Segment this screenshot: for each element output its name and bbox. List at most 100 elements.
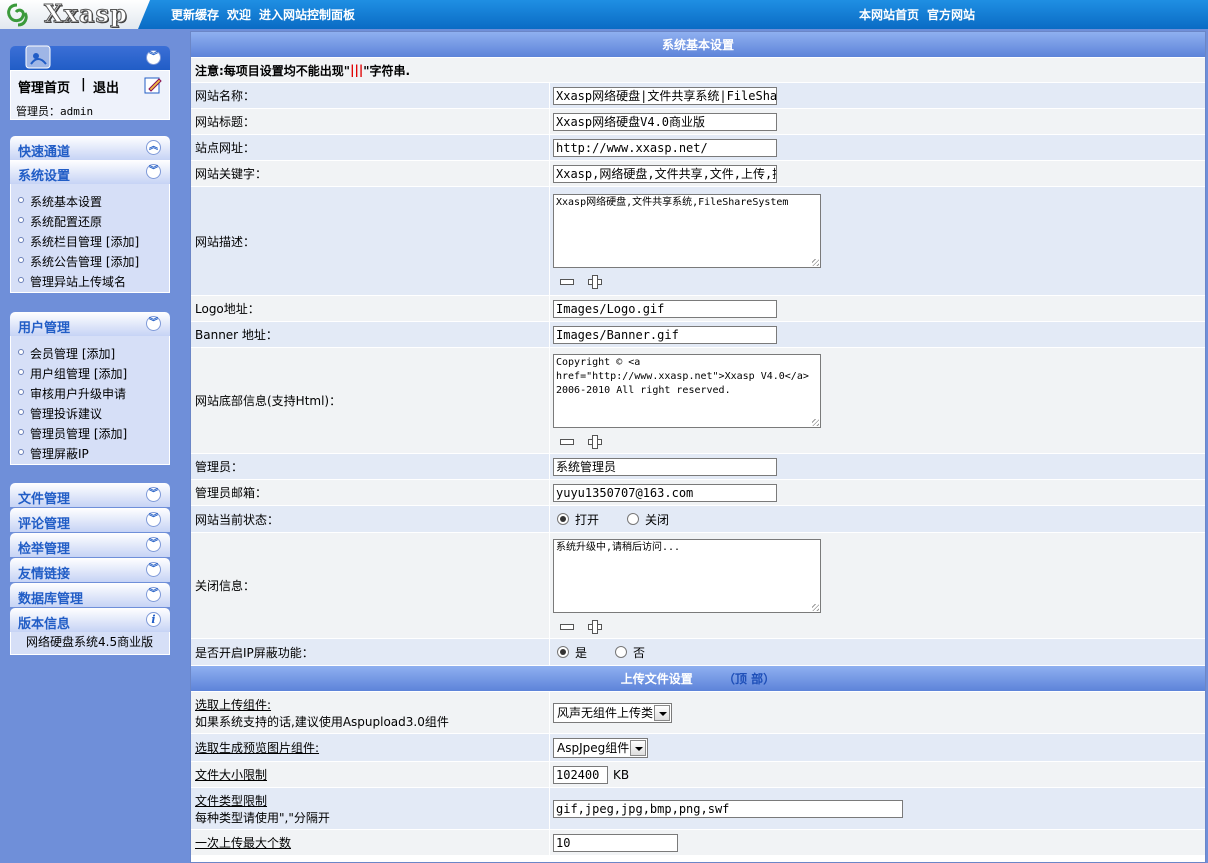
size-limit-label-cell: 文件大小限制 bbox=[191, 762, 550, 787]
status-open-radio[interactable] bbox=[557, 513, 569, 525]
site-name-input[interactable]: Xxasp网络硬盘|文件共享系统|FileShare S bbox=[553, 86, 777, 105]
admin-email-input[interactable]: yuyu1350707@163.com bbox=[553, 483, 777, 502]
expand-down-icon[interactable]: ︾ bbox=[146, 487, 161, 502]
user-mgmt-header[interactable]: 用户管理 ︾ bbox=[10, 312, 170, 336]
enlarge-plus-icon[interactable] bbox=[587, 619, 602, 634]
comment-mgmt-header[interactable]: 评论管理 ︾ bbox=[10, 508, 170, 532]
preview-component-row: 选取生成预览图片组件: AspJpeg组件 bbox=[191, 734, 1205, 762]
menu-item-remote-upload-domain[interactable]: 管理异站上传域名 bbox=[11, 272, 169, 292]
official-site-link[interactable]: 官方网站 bbox=[927, 6, 975, 23]
expand-down-icon[interactable]: ︾ bbox=[146, 537, 161, 552]
type-limit-label-cell: 文件类型限制 每种类型请使用","分隔开 bbox=[191, 788, 550, 829]
site-url-row: 站点网址： http://www.xxasp.net/ bbox=[191, 135, 1205, 161]
friend-links-header[interactable]: 友情链接 ︾ bbox=[10, 558, 170, 582]
report-mgmt-title[interactable]: 检举管理 bbox=[18, 538, 70, 557]
user-mgmt-title[interactable]: 用户管理 bbox=[18, 317, 70, 336]
version-info-title[interactable]: 版本信息 bbox=[18, 613, 70, 632]
max-upload-row: 一次上传最大个数 10 bbox=[191, 830, 1205, 856]
version-info-header[interactable]: 版本信息 i bbox=[10, 608, 170, 632]
notice-pre: 注意:每项目设置均不能出现" bbox=[195, 63, 351, 78]
site-url-input[interactable]: http://www.xxasp.net/ bbox=[553, 138, 777, 157]
database-mgmt-header[interactable]: 数据库管理 ︾ bbox=[10, 583, 170, 607]
admin-box-toggle-icon[interactable]: ︾ bbox=[146, 50, 161, 65]
logout-link[interactable]: 退出 bbox=[93, 77, 119, 96]
dropdown-arrow-icon[interactable] bbox=[654, 704, 671, 721]
expand-down-icon[interactable]: ︾ bbox=[146, 562, 161, 577]
quick-channel-title[interactable]: 快速通道 bbox=[18, 141, 70, 160]
size-limit-label: 文件大小限制 bbox=[195, 768, 268, 782]
menu-item-upgrade-review[interactable]: 审核用户升级申请 bbox=[11, 384, 169, 404]
menu-item-member-mgmt[interactable]: 会员管理 [添加] bbox=[11, 344, 169, 364]
info-icon[interactable]: i bbox=[146, 612, 161, 627]
admin-home-link[interactable]: 管理首页 bbox=[18, 77, 70, 96]
shrink-minus-icon[interactable] bbox=[559, 274, 574, 288]
control-panel-link[interactable]: 进入网站控制面板 bbox=[259, 6, 355, 23]
database-mgmt-title[interactable]: 数据库管理 bbox=[18, 588, 83, 607]
ip-block-no-label: 否 bbox=[633, 645, 646, 660]
file-mgmt-header[interactable]: 文件管理 ︾ bbox=[10, 483, 170, 507]
ip-block-yes-radio[interactable] bbox=[557, 646, 569, 658]
menu-item-ip-block[interactable]: 管理屏蔽IP bbox=[11, 444, 169, 464]
preview-component-label-cell: 选取生成预览图片组件: bbox=[191, 734, 550, 761]
status-closed-label: 关闭 bbox=[645, 512, 670, 527]
menu-item-complaints[interactable]: 管理投诉建议 bbox=[11, 404, 169, 424]
close-info-textarea[interactable]: 系统升级中,请稍后访问... bbox=[553, 538, 821, 613]
description-textarea[interactable]: Xxasp网络硬盘,文件共享系统,FileShareSystem bbox=[553, 194, 821, 268]
comment-mgmt-title[interactable]: 评论管理 bbox=[18, 513, 70, 532]
site-home-link[interactable]: 本网站首页 bbox=[859, 6, 919, 23]
user-mgmt-list: 会员管理 [添加] 用户组管理 [添加] 审核用户升级申请 管理投诉建议 管理员… bbox=[10, 336, 170, 465]
expand-down-icon[interactable]: ︾ bbox=[146, 587, 161, 602]
preview-component-select[interactable]: AspJpeg组件 bbox=[553, 737, 649, 758]
upload-component-label-cell: 选取上传组件: 如果系统支持的话,建议使用Aspupload3.0组件 bbox=[191, 692, 550, 733]
admin-input[interactable]: 系统管理员 bbox=[553, 457, 777, 476]
file-mgmt-title[interactable]: 文件管理 bbox=[18, 488, 70, 507]
notice-row: 注意:每项目设置均不能出现" ||| "字符串. bbox=[191, 58, 1205, 83]
menu-item-basic-settings[interactable]: 系统基本设置 bbox=[11, 192, 169, 212]
banner-input[interactable]: Images/Banner.gif bbox=[553, 325, 777, 344]
report-mgmt-header[interactable]: 检举管理 ︾ bbox=[10, 533, 170, 557]
menu-item-usergroup-mgmt[interactable]: 用户组管理 [添加] bbox=[11, 364, 169, 384]
preview-component-value: AspJpeg组件 bbox=[557, 741, 630, 755]
menu-item-admin-mgmt[interactable]: 管理员管理 [添加] bbox=[11, 424, 169, 444]
enlarge-plus-icon[interactable] bbox=[587, 434, 602, 449]
footer-resize-controls bbox=[559, 434, 602, 449]
collapse-up-icon[interactable]: ︽ bbox=[146, 140, 161, 155]
description-row: 网站描述： Xxasp网络硬盘,文件共享系统,FileShareSystem bbox=[191, 187, 1205, 296]
menu-item-column-mgmt[interactable]: 系统栏目管理 [添加] bbox=[11, 232, 169, 252]
shrink-minus-icon[interactable] bbox=[559, 619, 574, 633]
type-limit-input[interactable]: gif,jpeg,jpg,bmp,png,swf bbox=[553, 799, 903, 818]
description-resize-controls bbox=[559, 274, 602, 289]
keywords-input[interactable]: Xxasp,网络硬盘,文件共享,文件,上传,提取, bbox=[553, 164, 777, 183]
friend-links-title[interactable]: 友情链接 bbox=[18, 563, 70, 582]
system-settings-header[interactable]: 系统设置 ︾ bbox=[10, 160, 170, 184]
expand-down-icon[interactable]: ︾ bbox=[146, 316, 161, 331]
footer-textarea[interactable]: Copyright © <a href="http://www.xxasp.ne… bbox=[553, 353, 821, 428]
shrink-minus-icon[interactable] bbox=[559, 434, 574, 448]
footer-row: 网站底部信息(支持Html)： Copyright © <a href="htt… bbox=[191, 348, 1205, 454]
keywords-row: 网站关键字： Xxasp,网络硬盘,文件共享,文件,上传,提取, bbox=[191, 161, 1205, 187]
upload-component-select[interactable]: 风声无组件上传类 bbox=[553, 702, 673, 723]
system-box: 快速通道 ︽ 系统设置 ︾ 系统基本设置 系统配置还原 系统栏目管理 [添加] … bbox=[10, 136, 170, 293]
menu-item-config-restore[interactable]: 系统配置还原 bbox=[11, 212, 169, 232]
banner-row: Banner 地址： Images/Banner.gif bbox=[191, 322, 1205, 348]
enlarge-plus-icon[interactable] bbox=[587, 274, 602, 289]
expand-down-icon[interactable]: ︾ bbox=[146, 512, 161, 527]
system-settings-title[interactable]: 系统设置 bbox=[18, 165, 70, 184]
logo-input[interactable]: Images/Logo.gif bbox=[553, 299, 777, 318]
quick-channel-header[interactable]: 快速通道 ︽ bbox=[10, 136, 170, 160]
menu-item-announcement-mgmt[interactable]: 系统公告管理 [添加] bbox=[11, 252, 169, 272]
welcome-link[interactable]: 欢迎 bbox=[227, 6, 251, 23]
site-title-input[interactable]: Xxasp网络硬盘V4.0商业版 bbox=[553, 112, 777, 131]
status-closed-radio[interactable] bbox=[627, 513, 640, 525]
site-url-label: 站点网址： bbox=[191, 135, 550, 160]
max-upload-input[interactable]: 10 bbox=[553, 833, 678, 852]
admin-email-row: 管理员邮箱： yuyu1350707@163.com bbox=[191, 480, 1205, 506]
edit-note-icon[interactable] bbox=[143, 75, 163, 95]
expand-down-icon[interactable]: ︾ bbox=[146, 164, 161, 179]
back-to-top-link[interactable]: （顶 部） bbox=[723, 672, 775, 686]
ip-block-no-radio[interactable] bbox=[615, 646, 628, 658]
size-limit-input[interactable]: 102400 bbox=[553, 765, 608, 784]
admin-row: 管理员： 系统管理员 bbox=[191, 454, 1205, 480]
refresh-cache-link[interactable]: 更新缓存 bbox=[171, 6, 219, 23]
dropdown-arrow-icon[interactable] bbox=[630, 739, 647, 756]
